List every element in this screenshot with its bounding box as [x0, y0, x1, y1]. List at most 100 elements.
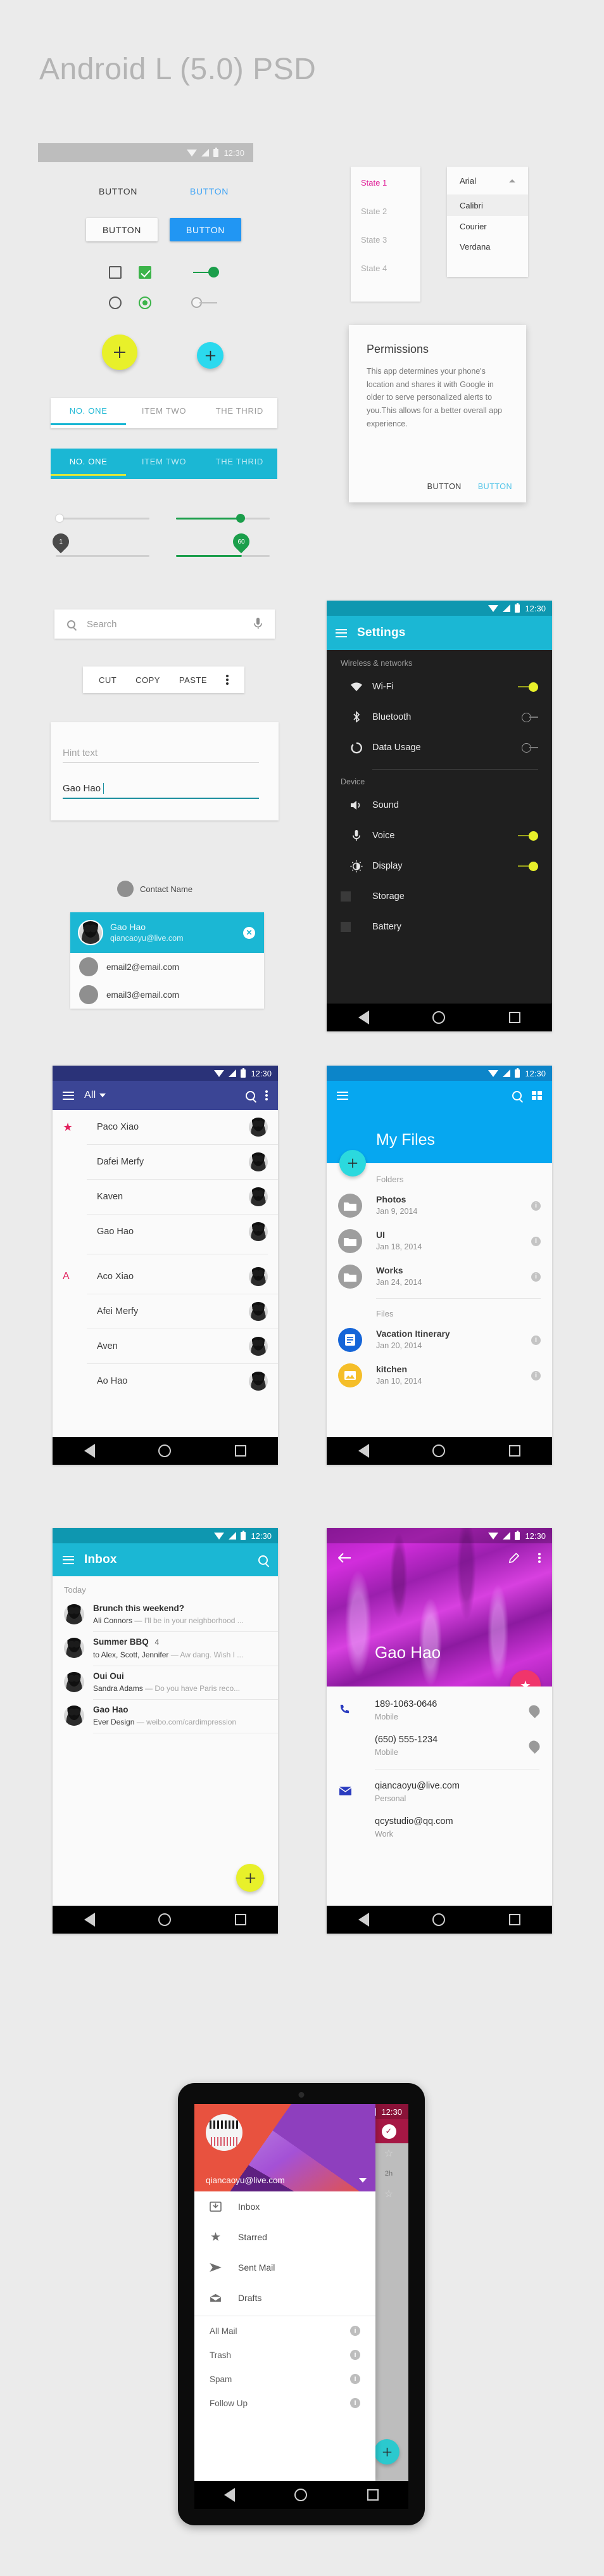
- edit-icon[interactable]: [508, 1552, 519, 1564]
- settings-row-sound[interactable]: Sound: [327, 790, 552, 820]
- back-arrow-icon[interactable]: [338, 1553, 351, 1563]
- close-icon[interactable]: ✕: [243, 926, 255, 939]
- file-row[interactable]: Works Jan 24, 2014 i: [327, 1259, 552, 1294]
- contact-detail-row[interactable]: qcystudio@qq.com Work: [327, 1810, 552, 1846]
- slider-value[interactable]: [176, 512, 270, 525]
- switch-off[interactable]: [191, 297, 217, 308]
- radio-unchecked[interactable]: [109, 296, 122, 309]
- drawer-item-follow-up[interactable]: Follow Up i: [194, 2391, 375, 2415]
- settings-row-wifi[interactable]: Wi-Fi: [327, 672, 552, 702]
- drawer-item-all-mail[interactable]: All Mail i: [194, 2319, 375, 2343]
- drawer-item-spam[interactable]: Spam i: [194, 2367, 375, 2391]
- back-button[interactable]: [224, 2488, 236, 2502]
- raised-button-default[interactable]: BUTTON: [86, 218, 158, 241]
- tabs-dark[interactable]: NO. ONE ITEM TWO THE THRID: [51, 449, 277, 479]
- radio-checked[interactable]: [139, 296, 151, 309]
- drawer-item-starred[interactable]: ★ Starred: [194, 2222, 375, 2252]
- star-icon[interactable]: ★: [63, 1121, 97, 1134]
- slider-pin-min[interactable]: 1: [49, 530, 149, 558]
- file-row[interactable]: Vacation Itinerary Jan 20, 2014 i: [327, 1322, 552, 1358]
- state-item-2[interactable]: State 2: [361, 207, 420, 216]
- toggle-wifi[interactable]: [518, 682, 538, 692]
- info-icon[interactable]: i: [531, 1370, 541, 1380]
- home-button[interactable]: [432, 1913, 446, 1926]
- chevron-down-icon[interactable]: [359, 2178, 367, 2183]
- file-row[interactable]: kitchen Jan 10, 2014 i: [327, 1358, 552, 1393]
- contact-chip-selected[interactable]: Gao Hao qiancaoyu@live.com ✕: [70, 912, 264, 953]
- dialog-button-default[interactable]: BUTTON: [427, 482, 462, 491]
- back-button[interactable]: [358, 1011, 370, 1024]
- tab-dark-2[interactable]: THE THRID: [202, 449, 277, 476]
- checkbox-unchecked[interactable]: [109, 266, 122, 279]
- slider-min[interactable]: [56, 512, 149, 525]
- menu-icon[interactable]: [336, 628, 347, 637]
- font-option-verdana[interactable]: Verdana: [447, 236, 528, 257]
- contact-suggestion-row[interactable]: email3@email.com: [70, 981, 264, 1009]
- drawer-item-drafts[interactable]: Drafts: [194, 2283, 375, 2313]
- tab-dark-0[interactable]: NO. ONE: [51, 449, 127, 476]
- font-option-calibri[interactable]: Calibri: [447, 194, 528, 216]
- drawer-item-trash[interactable]: Trash i: [194, 2343, 375, 2367]
- info-icon[interactable]: i: [350, 2374, 360, 2384]
- overflow-menu-icon[interactable]: [265, 1089, 268, 1102]
- flat-button-default[interactable]: BUTTON: [99, 186, 137, 196]
- state-item-4[interactable]: State 4: [361, 264, 420, 273]
- back-button[interactable]: [84, 1444, 96, 1458]
- drawer-item-sent-mail[interactable]: Sent Mail: [194, 2252, 375, 2283]
- info-icon[interactable]: i: [350, 2350, 360, 2360]
- contact-row[interactable]: Afei Merfy: [53, 1294, 278, 1329]
- home-button[interactable]: [158, 1913, 172, 1926]
- grid-view-icon[interactable]: [532, 1091, 542, 1100]
- search-icon[interactable]: [512, 1090, 522, 1100]
- fab-yellow-add[interactable]: [102, 335, 137, 370]
- settings-row-bluetooth[interactable]: Bluetooth: [327, 702, 552, 732]
- font-option-courier[interactable]: Courier: [447, 216, 528, 236]
- contact-row[interactable]: Aven: [53, 1329, 278, 1363]
- settings-row-storage[interactable]: Storage: [327, 881, 552, 912]
- checkbox-checked[interactable]: [139, 266, 151, 279]
- mail-row[interactable]: Oui Oui Sandra Adams — Do you have Paris…: [53, 1666, 278, 1699]
- back-button[interactable]: [358, 1913, 370, 1927]
- toggle-display[interactable]: [518, 861, 538, 871]
- flat-button-accent[interactable]: BUTTON: [190, 186, 229, 196]
- settings-row-battery[interactable]: Battery: [327, 912, 552, 942]
- contact-row[interactable]: Kaven: [53, 1180, 278, 1214]
- recents-button[interactable]: [508, 1445, 520, 1457]
- copy-button[interactable]: COPY: [135, 675, 160, 685]
- recents-button[interactable]: [508, 1012, 520, 1023]
- contact-detail-row[interactable]: 189-1063-0646 Mobile: [327, 1693, 552, 1728]
- state-item-1[interactable]: State 1: [361, 178, 420, 188]
- tabs-light[interactable]: NO. ONE ITEM TWO THE THRID: [51, 398, 277, 428]
- contact-row[interactable]: Gao Hao: [53, 1215, 278, 1249]
- fab-cyan-add[interactable]: [197, 342, 223, 369]
- microphone-icon[interactable]: [254, 618, 262, 630]
- chevron-down-icon[interactable]: [99, 1094, 106, 1097]
- contact-row[interactable]: Ao Hao: [53, 1364, 278, 1398]
- file-row[interactable]: UI Jan 18, 2014 i: [327, 1223, 552, 1259]
- text-selection-toolbar[interactable]: CUT COPY PASTE: [83, 666, 244, 693]
- home-button[interactable]: [432, 1444, 446, 1457]
- mail-row[interactable]: Brunch this weekend? Ali Connors — I'll …: [53, 1598, 278, 1631]
- navigation-bar[interactable]: [327, 1437, 552, 1465]
- mail-row[interactable]: Gao Hao Ever Design — weibo.com/cardimpr…: [53, 1700, 278, 1733]
- recents-button[interactable]: [508, 1914, 520, 1925]
- switch-on[interactable]: [193, 267, 219, 277]
- toggle-voice[interactable]: [518, 831, 538, 841]
- navigation-bar[interactable]: [53, 1437, 278, 1465]
- dialog-button-accent[interactable]: BUTTON: [478, 482, 512, 491]
- font-dropdown-selected[interactable]: Arial: [447, 167, 528, 194]
- tab-light-0[interactable]: NO. ONE: [51, 398, 127, 425]
- cut-button[interactable]: CUT: [99, 675, 116, 685]
- contact-detail-row[interactable]: (650) 555-1234 Mobile: [327, 1728, 552, 1764]
- recents-button[interactable]: [234, 1914, 246, 1925]
- contact-row[interactable]: ★ Paco Xiao: [53, 1110, 278, 1144]
- tab-light-2[interactable]: THE THRID: [202, 398, 277, 425]
- recents-button[interactable]: [234, 1445, 246, 1457]
- file-row[interactable]: Photos Jan 9, 2014 i: [327, 1188, 552, 1223]
- fab-compose[interactable]: [236, 1864, 264, 1892]
- tab-light-1[interactable]: ITEM TWO: [126, 398, 201, 425]
- home-button[interactable]: [158, 1444, 172, 1457]
- tab-dark-1[interactable]: ITEM TWO: [126, 449, 201, 476]
- home-button[interactable]: [294, 2489, 308, 2501]
- search-bar[interactable]: Search: [54, 609, 275, 639]
